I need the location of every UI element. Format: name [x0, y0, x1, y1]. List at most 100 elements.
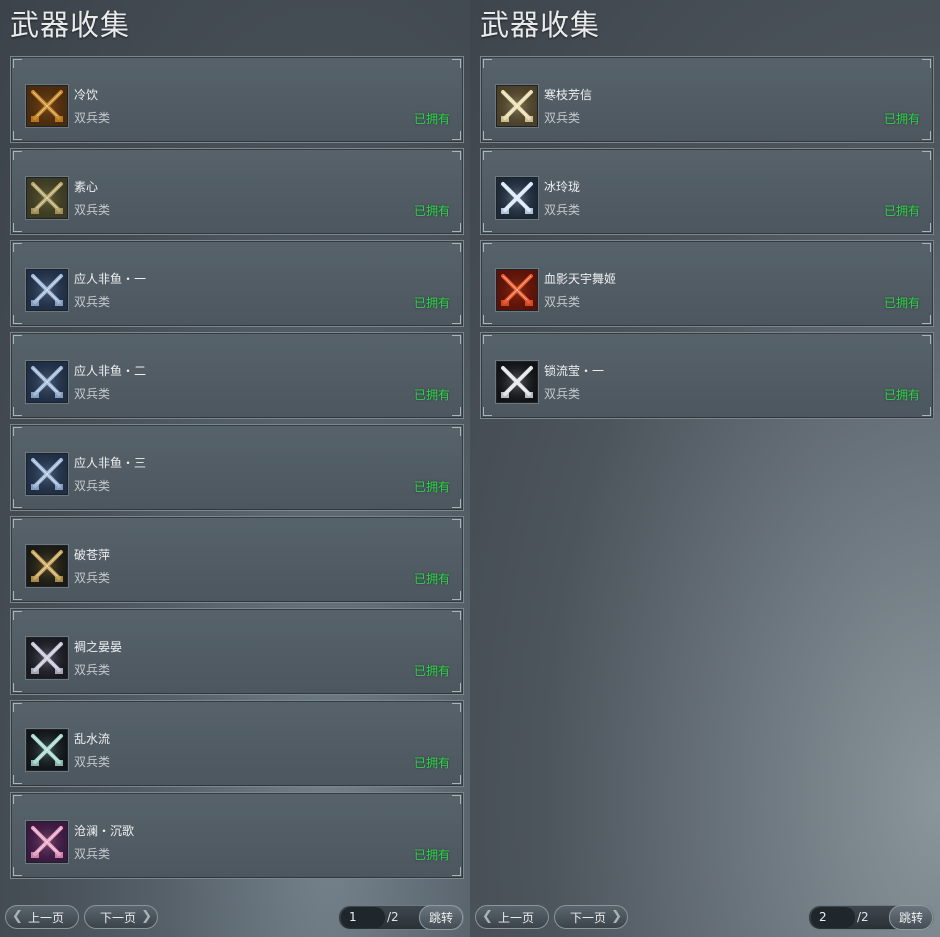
silver-twin-blades-icon: [496, 361, 538, 403]
corner-ornament: [13, 131, 22, 140]
corner-ornament: [922, 59, 931, 68]
owned-status: 已拥有: [883, 112, 920, 126]
next-page-button[interactable]: 下一页 ❯: [554, 905, 628, 929]
page-number-input[interactable]: 1: [341, 907, 385, 928]
next-page-label: 下一页: [569, 910, 606, 925]
crimson-fan-blades-icon: [496, 269, 538, 311]
corner-ornament: [452, 427, 461, 436]
weapon-list: 寒枝芳信 双兵类 已拥有 冰玲珑 双兵类 已拥有 血影天宇舞姬 双兵类 已拥有 锁流莹・一 双兵类已…: [480, 56, 934, 424]
page-jump-control: 1 /2 跳转: [338, 905, 464, 930]
weapon-card[interactable]: 寒枝芳信双兵类 已拥有: [480, 56, 934, 143]
corner-ornament: [13, 223, 22, 232]
corner-ornament: [13, 499, 22, 508]
weapon-type: 双兵类: [544, 387, 581, 401]
corner-ornament: [922, 335, 931, 344]
weapon-name: 应人非鱼・三: [74, 456, 147, 470]
chevron-left-icon: ❮: [12, 909, 23, 924]
weapon-card[interactable]: 沧澜・沉歌 双兵类 已拥有: [10, 792, 464, 879]
weapon-type: 双兵类: [544, 203, 581, 217]
weapon-name: 应人非鱼・二: [74, 364, 147, 378]
corner-ornament: [13, 683, 22, 692]
weapon-list: 冷饮 双兵类 已拥有 素心 双兵类 已拥有 应人非鱼・一 双兵类 已拥有 应人非鱼・二 双兵类 已拥有…: [10, 56, 464, 884]
prev-page-button[interactable]: ❮ 上一页: [475, 905, 549, 929]
jade-serpent-blades-icon: [26, 729, 68, 771]
weapon-card[interactable]: 裯之晏晏 双兵类 已拥有: [10, 608, 464, 695]
weapon-type: 双兵类: [544, 295, 581, 309]
owned-status: 已拥有: [413, 848, 450, 862]
next-page-button[interactable]: 下一页 ❯: [84, 905, 158, 929]
corner-ornament: [922, 151, 931, 160]
page-total: /2: [387, 910, 399, 924]
owned-status: 已拥有: [413, 480, 450, 494]
corner-ornament: [483, 315, 492, 324]
owned-status: 已拥有: [413, 296, 450, 310]
corner-ornament: [452, 795, 461, 804]
prev-page-button[interactable]: ❮ 上一页: [5, 905, 79, 929]
weapon-type: 双兵类: [74, 203, 111, 217]
weapon-name: 冰玲珑: [544, 180, 581, 194]
corner-ornament: [452, 243, 461, 252]
jump-button[interactable]: 跳转: [889, 905, 933, 930]
pagination-footer: ❮ 上一页 下一页 ❯ 2 /2 跳转: [470, 904, 940, 932]
steel-blue-twin-blades-icon: [26, 453, 68, 495]
weapon-card[interactable]: 破苍萍 双兵类 已拥有: [10, 516, 464, 603]
corner-ornament: [13, 407, 22, 416]
weapon-name: 应人非鱼・一: [74, 272, 147, 286]
owned-status: 已拥有: [413, 572, 450, 586]
weapon-type: 双兵类: [74, 111, 111, 125]
corner-ornament: [452, 59, 461, 68]
steel-blue-twin-blades-icon: [26, 269, 68, 311]
weapon-card[interactable]: 血影天宇舞姬 双兵类 已拥有: [480, 240, 934, 327]
next-page-label: 下一页: [99, 910, 136, 925]
owned-status: 已拥有: [413, 112, 450, 126]
owned-status: 已拥有: [883, 296, 920, 310]
weapon-card[interactable]: 应人非鱼・二 双兵类 已拥有: [10, 332, 464, 419]
olive-twin-blades-icon: [26, 177, 68, 219]
weapon-collection-view: 武器收集 冷饮 双兵类 已拥有 素心 双兵类 已拥有 应人非鱼・一 双兵类 已拥有 应人非鱼・二双…: [0, 0, 940, 937]
silver-violet-twin-blades-icon: [26, 637, 68, 679]
weapon-card[interactable]: 乱水流双兵类 已拥有: [10, 700, 464, 787]
owned-status: 已拥有: [413, 388, 450, 402]
page-number-input[interactable]: 2: [811, 907, 855, 928]
weapon-name: 锁流莹・一: [544, 364, 605, 378]
weapon-name: 血影天宇舞姬: [544, 272, 617, 286]
steel-blue-twin-blades-icon: [26, 361, 68, 403]
corner-ornament: [13, 591, 22, 600]
weapon-type: 双兵类: [74, 571, 111, 585]
page-total: /2: [857, 910, 869, 924]
weapon-card[interactable]: 应人非鱼・一 双兵类 已拥有: [10, 240, 464, 327]
weapon-name: 寒枝芳信: [544, 88, 593, 102]
corner-ornament: [452, 151, 461, 160]
corner-ornament: [483, 131, 492, 140]
weapon-card[interactable]: 冷饮双兵类 已拥有: [10, 56, 464, 143]
golden-twin-blades-icon: [26, 85, 68, 127]
owned-status: 已拥有: [413, 756, 450, 770]
weapon-type: 双兵类: [74, 755, 111, 769]
gold-dark-twin-blades-icon: [26, 545, 68, 587]
corner-ornament: [13, 775, 22, 784]
weapon-card[interactable]: 冰玲珑 双兵类 已拥有: [480, 148, 934, 235]
weapon-type: 双兵类: [544, 111, 581, 125]
weapon-type: 双兵类: [74, 387, 111, 401]
weapon-name: 乱水流: [74, 732, 111, 746]
weapon-name: 沧澜・沉歌: [74, 824, 135, 838]
corner-ornament: [452, 703, 461, 712]
weapon-card[interactable]: 素心 双兵类 已拥有: [10, 148, 464, 235]
panel-title: 武器收集: [10, 8, 131, 42]
panel-title: 武器收集: [480, 8, 601, 42]
chevron-right-icon: ❯: [141, 909, 152, 924]
corner-ornament: [13, 867, 22, 876]
corner-ornament: [922, 243, 931, 252]
owned-status: 已拥有: [413, 664, 450, 678]
corner-ornament: [483, 407, 492, 416]
chevron-right-icon: ❯: [611, 909, 622, 924]
weapon-card[interactable]: 应人非鱼・三 双兵类 已拥有: [10, 424, 464, 511]
weapon-card[interactable]: 锁流莹・一 双兵类 已拥有: [480, 332, 934, 419]
weapon-name: 冷饮: [74, 88, 99, 102]
prev-page-label: 上一页: [27, 910, 64, 925]
owned-status: 已拥有: [413, 204, 450, 218]
jump-button[interactable]: 跳转: [419, 905, 463, 930]
pale-gold-twin-blades-icon: [496, 85, 538, 127]
corner-ornament: [483, 223, 492, 232]
chevron-left-icon: ❮: [482, 909, 493, 924]
